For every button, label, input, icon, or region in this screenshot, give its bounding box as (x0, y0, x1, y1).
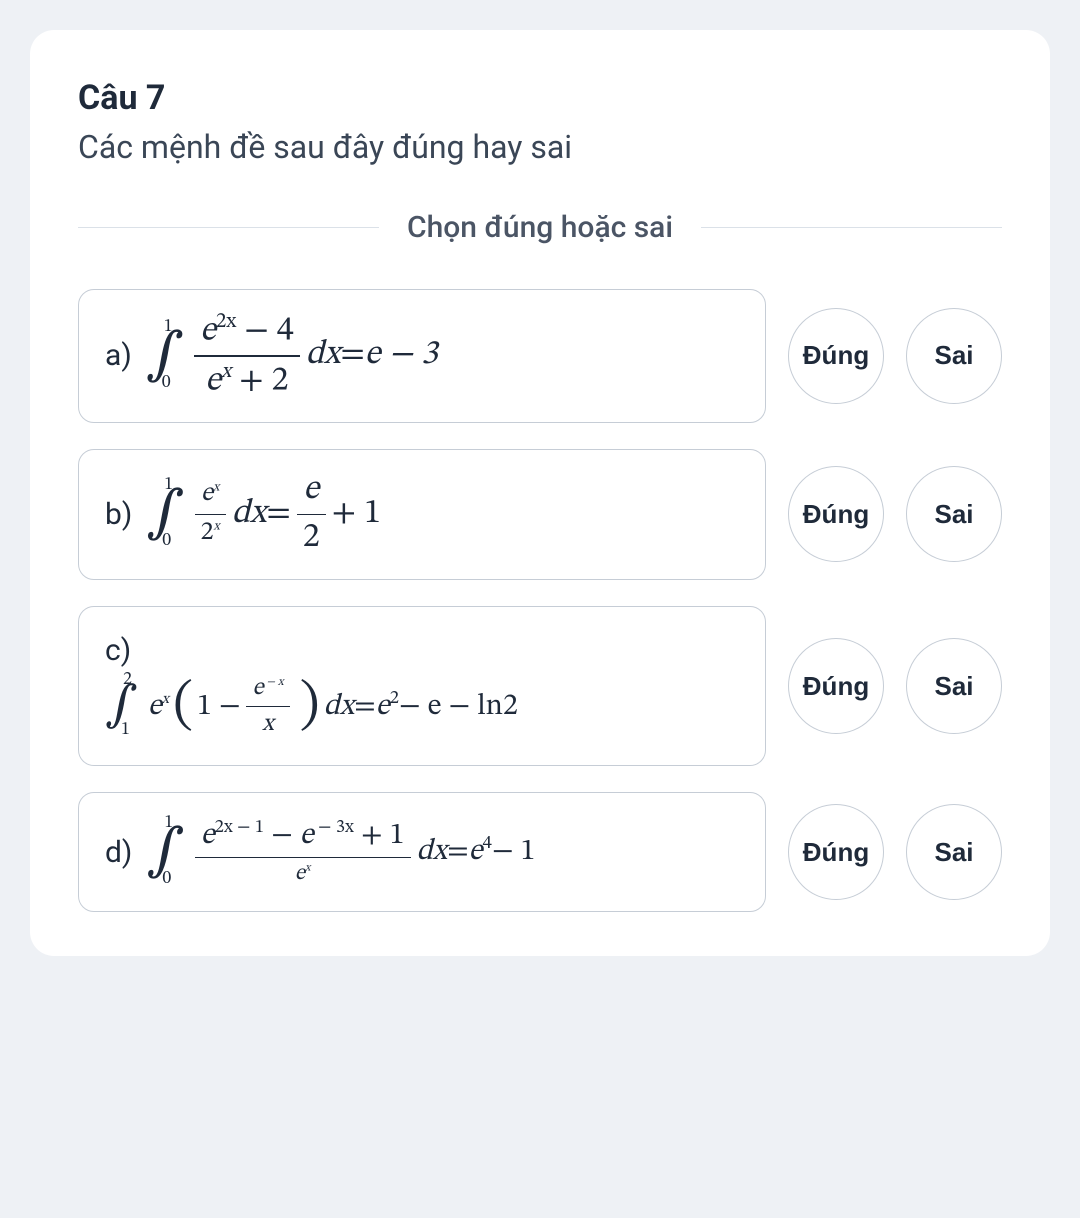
false-button-a[interactable]: Sai (906, 308, 1002, 404)
integral-icon: ∫ 1 0 (146, 830, 184, 875)
statement-c: c) ∫ 2 1 ex ( 1 − e − x x ) dx (78, 606, 766, 766)
instruction-divider: Chọn đúng hoặc sai (78, 210, 1002, 245)
formula-b: ∫ 1 0 ex 2x dx = e 2 + 1 (146, 470, 381, 559)
divider-line-left (78, 227, 379, 228)
item-row-c: c) ∫ 2 1 ex ( 1 − e − x x ) dx (78, 606, 1002, 766)
statement-d: d) ∫ 1 0 e2x − 1 − e − 3x + 1 ex dx (78, 792, 766, 912)
true-button-c[interactable]: Đúng (788, 638, 884, 734)
integral-icon: ∫ 1 0 (146, 492, 184, 537)
true-button-b[interactable]: Đúng (788, 466, 884, 562)
true-button-d[interactable]: Đúng (788, 804, 884, 900)
item-label: b) (105, 497, 132, 532)
item-row-a: a) ∫ 1 0 e2x − 4 ex + 2 dx = e − 3 Đúng … (78, 289, 1002, 423)
statement-b: b) ∫ 1 0 ex 2x dx = e 2 + 1 (78, 449, 766, 580)
item-row-b: b) ∫ 1 0 ex 2x dx = e 2 + 1 (78, 449, 1002, 580)
statement-a: a) ∫ 1 0 e2x − 4 ex + 2 dx = e − 3 (78, 289, 766, 423)
formula-d: ∫ 1 0 e2x − 1 − e − 3x + 1 ex dx = (146, 817, 535, 888)
integral-icon: ∫ 2 1 (105, 687, 138, 725)
question-title: Câu 7 (78, 78, 1002, 118)
item-row-d: d) ∫ 1 0 e2x − 1 − e − 3x + 1 ex dx (78, 792, 1002, 912)
false-button-b[interactable]: Sai (906, 466, 1002, 562)
false-button-d[interactable]: Sai (906, 804, 1002, 900)
true-button-a[interactable]: Đúng (788, 308, 884, 404)
formula-c: ∫ 2 1 ex ( 1 − e − x x ) dx = e2 (105, 674, 518, 739)
divider-line-right (701, 227, 1002, 228)
item-label: a) (105, 338, 132, 373)
formula-a: ∫ 1 0 e2x − 4 ex + 2 dx = e − 3 (146, 310, 438, 402)
question-prompt: Các mệnh đề sau đây đúng hay sai (78, 128, 1002, 166)
instruction-text: Chọn đúng hoặc sai (379, 210, 701, 245)
question-card: Câu 7 Các mệnh đề sau đây đúng hay sai C… (30, 30, 1050, 956)
item-label: c) (105, 633, 131, 668)
integral-icon: ∫ 1 0 (146, 334, 184, 379)
false-button-c[interactable]: Sai (906, 638, 1002, 734)
item-label: d) (105, 835, 132, 870)
